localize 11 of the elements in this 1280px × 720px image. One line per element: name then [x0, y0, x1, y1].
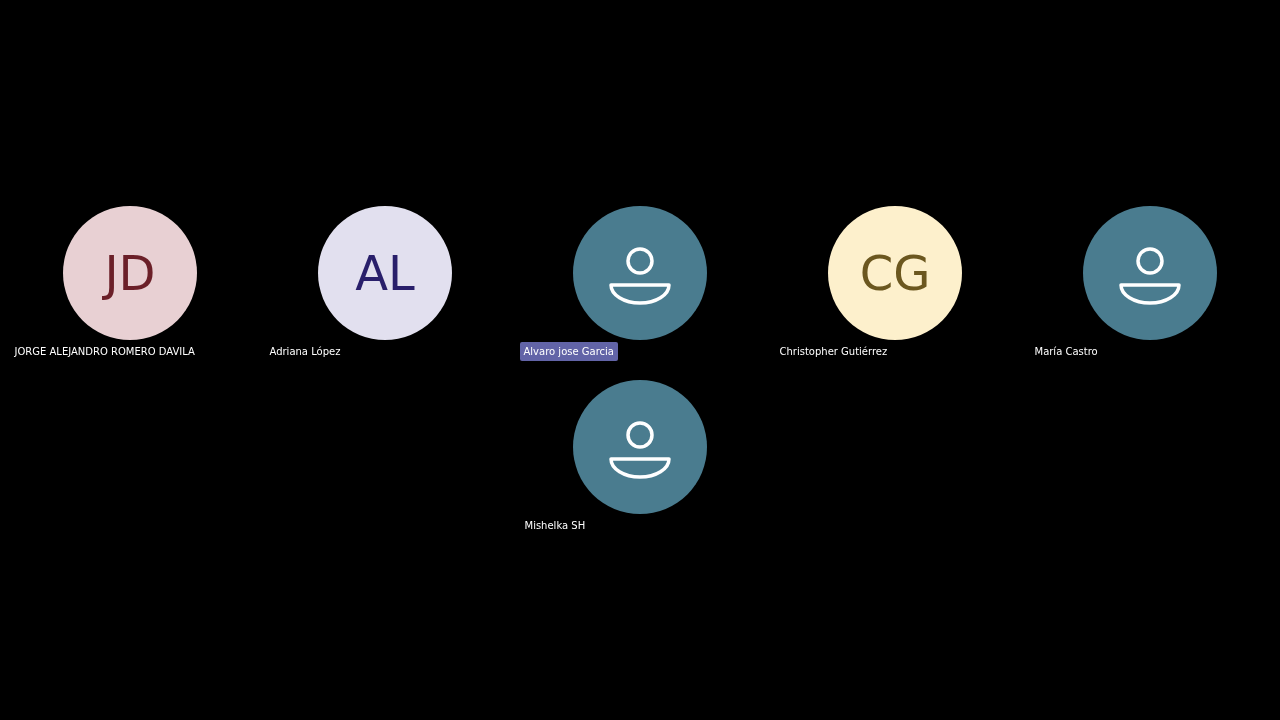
participant-name: JORGE ALEJANDRO ROMERO DAVILA — [14, 345, 195, 359]
person-icon — [609, 247, 671, 305]
participant-name: Alvaro jose Garcia — [519, 342, 618, 361]
participant-name: Mishelka SH — [524, 519, 586, 533]
avatar-initials: CG — [859, 249, 931, 297]
participant-name: María Castro — [1034, 345, 1098, 359]
avatar-initials: AL — [355, 249, 415, 297]
person-icon — [1119, 247, 1181, 305]
person-icon — [609, 421, 671, 479]
participant-name: Adriana López — [269, 345, 341, 359]
participant-name: Christopher Gutiérrez — [779, 345, 888, 359]
